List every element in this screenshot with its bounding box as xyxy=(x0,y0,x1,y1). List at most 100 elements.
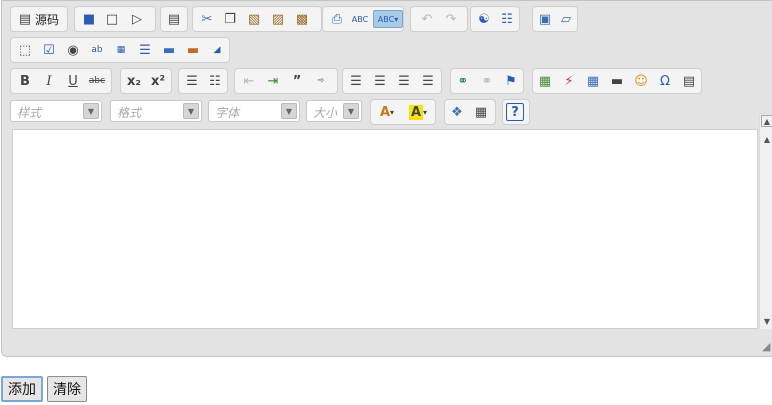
align-right-icon[interactable]: ☰ xyxy=(394,72,414,90)
toolbar-group-colors: A ▾ A ▾ xyxy=(370,99,436,125)
image-icon[interactable]: ▦ xyxy=(535,72,555,90)
preview-icon[interactable]: ▷ xyxy=(127,10,147,28)
toolbar-group-document: ▤ 源码 xyxy=(10,6,68,32)
size-combo-label: 大小 xyxy=(313,106,338,120)
form-icon[interactable]: ⬚ xyxy=(15,41,35,59)
find-icon[interactable]: ☯ xyxy=(474,10,494,28)
checkbox-icon[interactable]: ☑ xyxy=(39,41,59,59)
toolbar-group-lists: ☰ ☷ xyxy=(178,68,228,94)
background-color-icon[interactable]: A ▾ xyxy=(403,103,433,121)
horizontal-rule-icon[interactable]: ▬ xyxy=(607,72,627,90)
toolbar-group-insert: ▦ ⚡ ▦ ▬ ☺ Ω ▤ xyxy=(532,68,702,94)
link-icon[interactable]: ⚭ xyxy=(453,72,473,90)
toolbar-group-templates: ▤ xyxy=(160,6,188,32)
style-combo-label: 样式 xyxy=(17,106,42,120)
toolbar-group-undo: ↶ ↷ xyxy=(410,6,468,32)
image-button-icon[interactable]: ▬ xyxy=(183,41,203,59)
chevron-down-icon[interactable]: ▼ xyxy=(281,103,297,119)
numbered-list-icon[interactable]: ☰ xyxy=(182,72,202,90)
button-field-icon[interactable]: ▬ xyxy=(159,41,179,59)
toolbar-group-file: ■ □ ▷ xyxy=(74,6,156,32)
toolbar-group-links: ⚭ ⚭ ⚑ xyxy=(450,68,524,94)
toolbar-group-forms: ⬚ ☑ ◉ ab ▦ ☰ ▬ ▬ ◢ xyxy=(10,37,230,63)
vertical-scrollbar[interactable]: ▲ ▲ ▼ xyxy=(759,115,772,329)
toolbar-group-find: ☯ ☷ xyxy=(470,6,520,32)
div-container-icon[interactable]: ➾ xyxy=(311,72,331,90)
spellcheck-icon[interactable]: ABC xyxy=(350,10,370,28)
bold-button[interactable]: B xyxy=(15,72,35,90)
copy-icon[interactable]: ❐ xyxy=(220,10,240,28)
toolbar-group-basic-styles: B I U abc xyxy=(10,68,112,94)
select-field-icon[interactable]: ☰ xyxy=(135,41,155,59)
select-all-icon[interactable]: ▣ xyxy=(535,10,555,28)
toolbar-group-about: ? xyxy=(502,99,530,125)
print-icon[interactable]: ⎙ xyxy=(327,10,347,28)
chevron-down-icon[interactable]: ▼ xyxy=(343,103,359,119)
new-page-icon[interactable]: □ xyxy=(102,10,122,28)
redo-icon[interactable]: ↷ xyxy=(441,10,461,28)
smiley-icon[interactable]: ☺ xyxy=(631,72,651,90)
format-combo-label: 格式 xyxy=(117,106,142,120)
special-char-button[interactable]: Ω xyxy=(655,72,675,90)
paste-text-icon[interactable]: ▨ xyxy=(268,10,288,28)
font-combo[interactable]: 字体 ▼ xyxy=(208,100,300,122)
outdent-icon[interactable]: ⇤ xyxy=(239,72,259,90)
style-combo[interactable]: 样式 ▼ xyxy=(10,100,102,122)
size-combo[interactable]: 大小 ▼ xyxy=(306,100,362,122)
toolbar-group-script: x₂ x² xyxy=(120,68,172,94)
justify-icon[interactable]: ☰ xyxy=(418,72,438,90)
toolbar-group-align: ☰ ☰ ☰ ☰ xyxy=(342,68,442,94)
font-combo-label: 字体 xyxy=(215,106,240,120)
flash-icon[interactable]: ⚡ xyxy=(559,72,579,90)
toolbar-group-clipboard: ✂ ❐ ▧ ▨ ▩ xyxy=(192,6,322,32)
show-blocks-icon[interactable]: ▦ xyxy=(471,103,491,121)
remove-format-icon[interactable]: ▱ xyxy=(556,10,576,28)
paste-word-icon[interactable]: ▩ xyxy=(292,10,312,28)
anchor-flag-icon[interactable]: ⚑ xyxy=(501,72,521,90)
align-center-icon[interactable]: ☰ xyxy=(370,72,390,90)
add-button[interactable]: 添加 xyxy=(1,376,43,402)
text-color-icon[interactable]: A ▾ xyxy=(373,103,401,121)
italic-button[interactable]: I xyxy=(39,72,59,90)
rich-text-editor: ▤ 源码 ■ □ ▷ ▤ ✂ ❐ ▧ ▨ ▩ ⎙ ABC ABC▾ ↶ ↷ ☯ xyxy=(1,0,772,357)
textarea-icon[interactable]: ▦ xyxy=(111,41,131,59)
scroll-up-icon[interactable]: ▲ xyxy=(761,115,772,127)
maximize-icon[interactable]: ❖ xyxy=(447,103,467,121)
paste-icon[interactable]: ▧ xyxy=(244,10,264,28)
format-combo[interactable]: 格式 ▼ xyxy=(110,100,202,122)
scroll-down-icon[interactable]: ▼ xyxy=(761,315,772,327)
save-icon[interactable]: ■ xyxy=(79,10,99,28)
templates-icon[interactable]: ▤ xyxy=(164,10,184,28)
unlink-icon[interactable]: ⚭ xyxy=(477,72,497,90)
abc-text: ABC xyxy=(377,14,395,24)
help-button[interactable]: ? xyxy=(506,103,524,121)
toolbar-group-tools: ❖ ▦ xyxy=(444,99,496,125)
subscript-button[interactable]: x₂ xyxy=(124,72,144,90)
underline-button[interactable]: U xyxy=(63,72,83,90)
undo-icon[interactable]: ↶ xyxy=(417,10,437,28)
chevron-down-icon[interactable]: ▼ xyxy=(83,103,99,119)
resize-handle-icon[interactable]: ◢ xyxy=(762,340,772,353)
cut-icon[interactable]: ✂ xyxy=(197,10,217,28)
scroll-up-arrow-icon[interactable]: ▲ xyxy=(761,133,772,145)
align-left-icon[interactable]: ☰ xyxy=(346,72,366,90)
radio-icon[interactable]: ◉ xyxy=(63,41,83,59)
replace-icon[interactable]: ☷ xyxy=(497,10,517,28)
hidden-field-icon[interactable]: ◢ xyxy=(207,41,227,59)
source-button-label[interactable]: 源码 xyxy=(35,10,59,28)
chevron-down-icon[interactable]: ▼ xyxy=(183,103,199,119)
editor-content-area[interactable] xyxy=(12,129,758,329)
indent-icon[interactable]: ⇥ xyxy=(263,72,283,90)
clear-button[interactable]: 清除 xyxy=(47,376,87,402)
strikethrough-button[interactable]: abc xyxy=(87,72,107,90)
toolbar-group-indent: ⇤ ⇥ ” ➾ xyxy=(234,68,338,94)
bulleted-list-icon[interactable]: ☷ xyxy=(205,72,225,90)
text-field-icon[interactable]: ab xyxy=(87,41,107,59)
superscript-button[interactable]: x² xyxy=(148,72,168,90)
blockquote-icon[interactable]: ” xyxy=(287,72,307,90)
toolbar-group-editing: ⎙ ABC ABC ▾ xyxy=(322,6,404,32)
source-icon[interactable]: ▤ xyxy=(15,10,35,28)
table-icon[interactable]: ▦ xyxy=(583,72,603,90)
page-break-icon[interactable]: ▤ xyxy=(679,72,699,90)
spellcheck-as-you-type-icon[interactable]: ABC ▾ xyxy=(373,10,403,28)
